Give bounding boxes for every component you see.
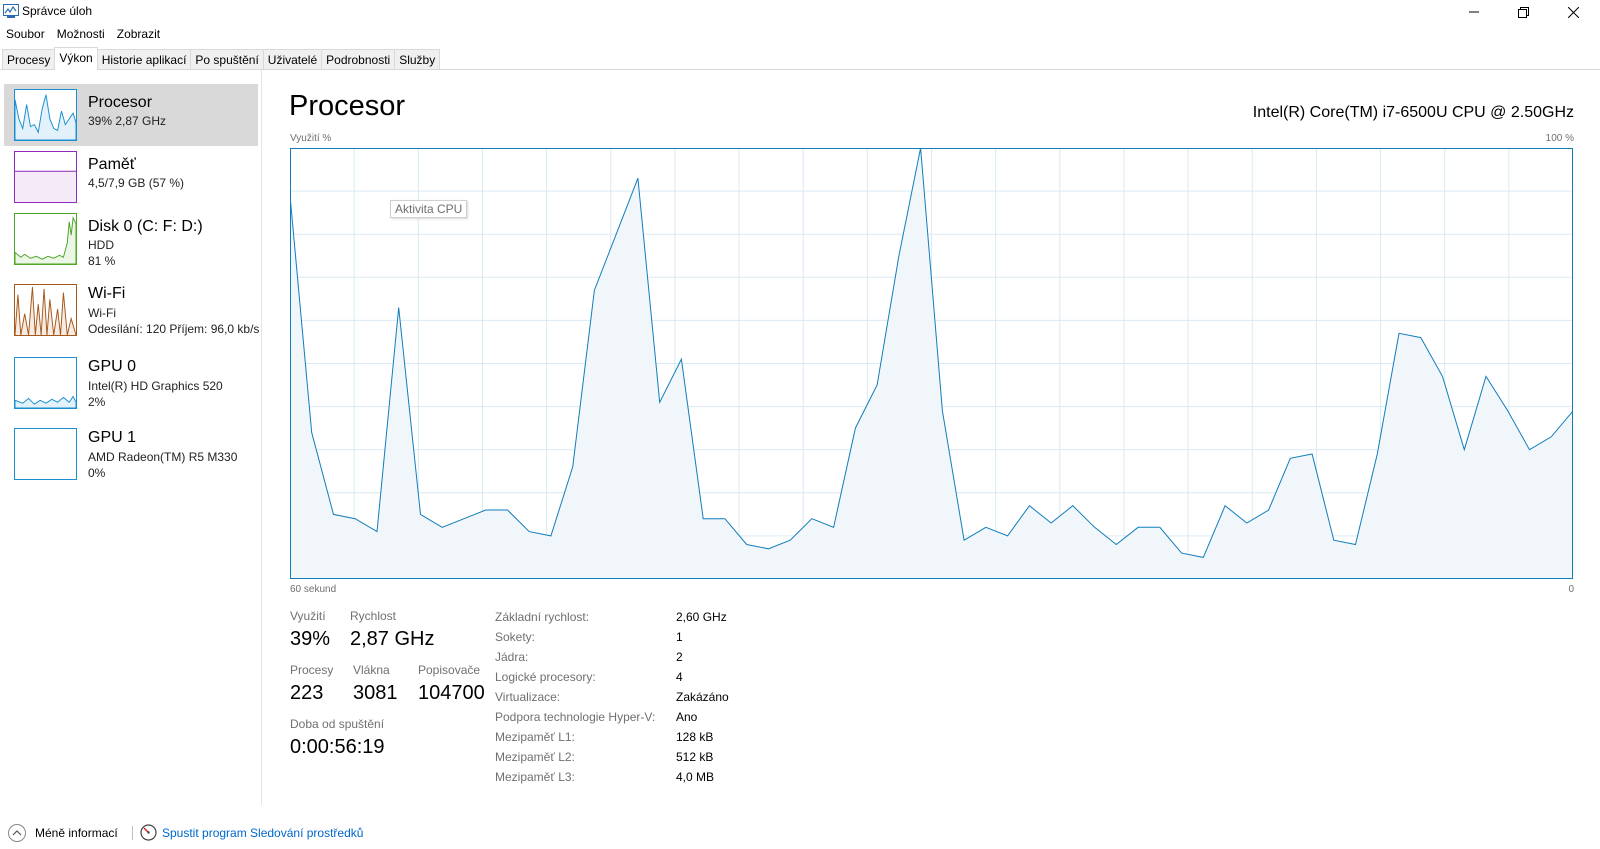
minimize-button[interactable] — [1451, 0, 1497, 24]
close-icon — [1567, 6, 1579, 18]
sidebar-item-detail-2: 2% — [88, 395, 106, 409]
tab-uzivatele[interactable]: Uživatelé — [262, 49, 323, 70]
resource-sidebar: Procesor 39% 2,87 GHz Paměť 4,5/7,9 GB (… — [0, 70, 262, 805]
sidebar-item-detail: Wi-Fi — [88, 306, 116, 320]
spec-label: Mezipaměť L1: — [495, 730, 575, 744]
menu-zobrazit[interactable]: Zobrazit — [111, 25, 166, 45]
sidebar-item-name: Wi-Fi — [88, 285, 126, 302]
spec-value: 2 — [676, 650, 683, 664]
minimize-icon — [1469, 11, 1479, 13]
chart-y-label: Využití % — [290, 133, 332, 144]
processes-value: 223 — [290, 682, 324, 704]
spec-value: 1 — [676, 630, 683, 644]
uptime-label: Doba od spuštění — [290, 717, 385, 731]
spec-label: Jádra: — [495, 650, 529, 664]
menu-soubor[interactable]: Soubor — [0, 25, 51, 45]
threads-label: Vlákna — [353, 663, 390, 677]
sidebar-item-detail-2: 81 % — [88, 254, 116, 268]
sidebar-item-detail: 4,5/7,9 GB (57 %) — [88, 176, 185, 190]
sidebar-item-name: Procesor — [88, 94, 153, 111]
spec-value: 4 — [676, 670, 683, 684]
menu-bar: Soubor Možnosti Zobrazit — [0, 25, 166, 45]
spec-label: Logické procesory: — [495, 670, 596, 684]
restore-button[interactable] — [1500, 0, 1546, 24]
spec-value: 512 kB — [676, 750, 714, 764]
page-title: Procesor — [289, 90, 406, 122]
sidebar-item-gpu1[interactable]: GPU 1 AMD Radeon(TM) R5 M330 0% — [4, 423, 258, 485]
sidebar-item-name: GPU 0 — [88, 358, 137, 375]
spec-value: Ano — [676, 710, 698, 724]
cpu-usage-chart — [290, 148, 1573, 579]
handles-value: 104700 — [418, 682, 485, 704]
chart-x-end: 0 — [1568, 584, 1574, 595]
title-bar: Správce úloh — [0, 0, 1600, 24]
resource-monitor-icon — [140, 824, 157, 841]
spec-label: Mezipaměť L3: — [495, 770, 575, 784]
chevron-up-icon — [8, 824, 26, 842]
sidebar-item-name: Paměť — [88, 156, 136, 173]
tab-procesy[interactable]: Procesy — [2, 49, 56, 70]
window-title: Správce úloh — [22, 4, 93, 18]
sidebar-item-name: GPU 1 — [88, 429, 137, 446]
cpu-mini-graph — [14, 89, 77, 141]
task-manager-icon — [3, 4, 19, 18]
tab-sluzby[interactable]: Služby — [394, 49, 441, 70]
spec-value: Zakázáno — [676, 690, 729, 704]
sidebar-item-gpu0[interactable]: GPU 0 Intel(R) HD Graphics 520 2% — [4, 352, 258, 414]
tab-bar: Procesy Výkon Historie aplikací Po spušt… — [2, 47, 441, 70]
close-button[interactable] — [1550, 0, 1596, 24]
handles-label: Popisovače — [418, 663, 481, 677]
chart-y-max: 100 % — [1545, 133, 1574, 144]
resource-monitor-label: Spustit program Sledování prostředků — [162, 825, 364, 840]
spec-label: Základní rychlost: — [495, 610, 590, 624]
tab-historie-aplikaci[interactable]: Historie aplikací — [96, 49, 192, 70]
speed-label: Rychlost — [350, 609, 397, 623]
threads-value: 3081 — [353, 682, 398, 704]
sidebar-item-detail: HDD — [88, 238, 114, 252]
sidebar-item-detail-2: 0% — [88, 466, 106, 480]
spec-label: Mezipaměť L2: — [495, 750, 575, 764]
sidebar-item-detail: Intel(R) HD Graphics 520 — [88, 379, 223, 393]
gpu1-mini-graph — [14, 428, 77, 480]
chart-tooltip: Aktivita CPU — [390, 200, 468, 218]
sidebar-item-disk0[interactable]: Disk 0 (C: F: D:) HDD 81 % — [4, 208, 258, 270]
cpu-model: Intel(R) Core(TM) i7-6500U CPU @ 2.50GHz — [1252, 104, 1574, 121]
sidebar-item-detail-2: Odesílání: 120 Příjem: 96,0 kb/s — [88, 322, 260, 336]
speed-value: 2,87 GHz — [350, 628, 435, 650]
fewer-details-button[interactable]: Méně informací — [8, 824, 118, 842]
spec-label: Podpora technologie Hyper-V: — [495, 710, 656, 724]
processes-label: Procesy — [290, 663, 334, 677]
sidebar-item-pamet[interactable]: Paměť 4,5/7,9 GB (57 %) — [4, 146, 258, 208]
tab-vykon[interactable]: Výkon — [54, 47, 98, 70]
spec-label: Virtualizace: — [495, 690, 561, 704]
sidebar-item-detail: 39% 2,87 GHz — [88, 114, 167, 128]
fewer-details-label: Méně informací — [35, 826, 118, 840]
resource-monitor-link[interactable]: Spustit program Sledování prostředků — [140, 824, 363, 841]
chart-x-label: 60 sekund — [290, 584, 337, 595]
sidebar-item-detail: AMD Radeon(TM) R5 M330 — [88, 450, 238, 464]
utilization-label: Využití — [290, 609, 326, 623]
footer-separator — [132, 826, 133, 840]
spec-value: 128 kB — [676, 730, 714, 744]
sidebar-item-wifi[interactable]: Wi-Fi Wi-Fi Odesílání: 120 Příjem: 96,0 … — [4, 279, 260, 341]
menu-moznosti[interactable]: Možnosti — [51, 25, 111, 45]
spec-label: Sokety: — [495, 630, 536, 644]
sidebar-item-name: Disk 0 (C: F: D:) — [88, 218, 203, 235]
utilization-value: 39% — [290, 628, 331, 650]
disk-mini-graph — [14, 213, 77, 265]
spec-value: 4,0 MB — [676, 770, 715, 784]
tab-podrobnosti[interactable]: Podrobnosti — [321, 49, 396, 70]
sidebar-item-procesor[interactable]: Procesor 39% 2,87 GHz — [4, 84, 258, 146]
footer-bar: Méně informací Spustit program Sledování… — [0, 818, 1600, 844]
tab-po-spusteni[interactable]: Po spuštění — [190, 49, 264, 70]
spec-value: 2,60 GHz — [676, 610, 727, 624]
wifi-mini-graph — [14, 284, 77, 336]
uptime-value: 0:00:56:19 — [290, 736, 385, 758]
gpu0-mini-graph — [14, 357, 77, 409]
restore-icon — [1517, 6, 1529, 18]
memory-mini-graph — [14, 151, 77, 203]
